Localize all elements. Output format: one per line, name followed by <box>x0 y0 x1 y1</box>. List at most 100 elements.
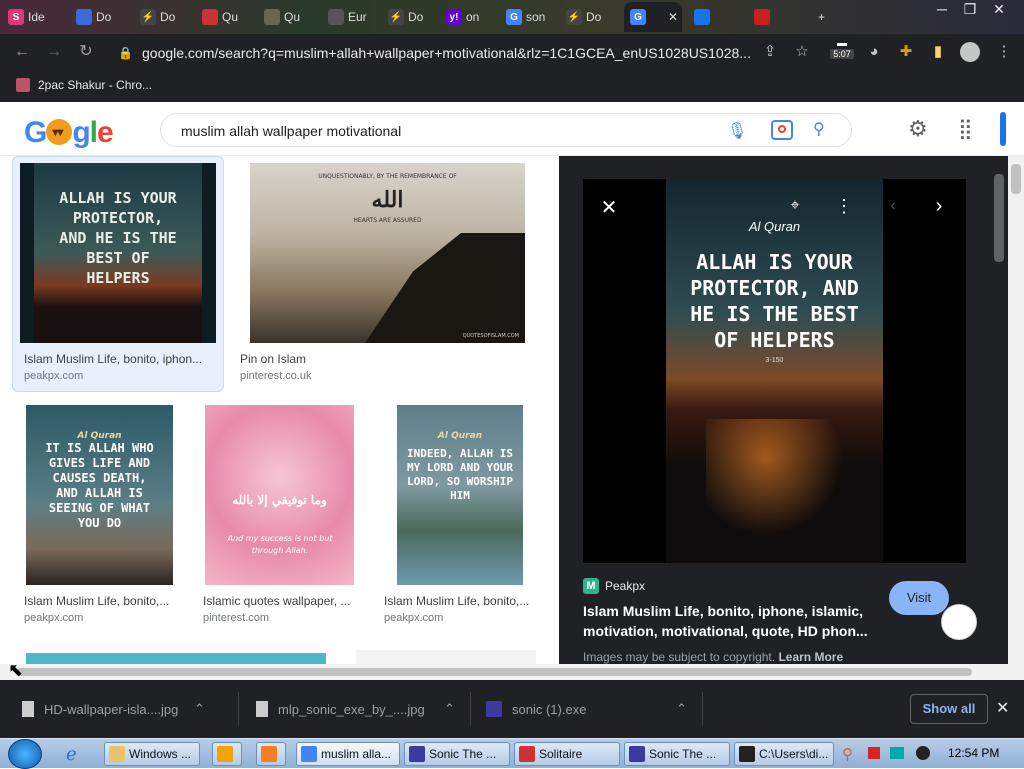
browser-tab[interactable]: Qu <box>258 2 318 32</box>
browser-tab[interactable]: Qu <box>196 2 256 32</box>
page-scrollbar-track[interactable] <box>1008 156 1024 664</box>
taskbar-item-label: C:\Users\di... <box>759 747 829 761</box>
bookmark-item[interactable]: 2pac Shakur - Chro... <box>38 78 152 92</box>
taskbar-item[interactable]: C:\Users\di... <box>734 742 834 766</box>
taskbar-item[interactable]: Sonic The ... <box>404 742 510 766</box>
flag-tray-icon[interactable] <box>868 747 880 759</box>
share-icon[interactable]: ⇪ <box>760 42 780 62</box>
result-thumbnail[interactable]: Al Quran Indeed, Allah is my Lord and yo… <box>397 405 523 585</box>
result-thumbnail[interactable]: Allah is your protector, and he is the b… <box>20 163 216 343</box>
result-thumbnail-partial[interactable] <box>26 653 326 664</box>
browser-tab[interactable]: S Ide <box>2 2 62 32</box>
preview-image[interactable]: Al Quran Allah is your protector, and he… <box>666 179 883 563</box>
taskbar-item[interactable]: muslim alla... <box>296 742 400 766</box>
result-thumbnail[interactable]: وما توفيقي إلا بالله And my success is n… <box>205 405 354 585</box>
more-options-icon[interactable]: ⋮ <box>835 194 853 218</box>
result-thumbnail[interactable]: Al Quran It is Allah who gives life and … <box>26 405 173 585</box>
browser-tab[interactable]: y! on <box>440 2 500 32</box>
start-button[interactable] <box>8 739 42 769</box>
show-all-button[interactable]: Show all <box>910 694 988 724</box>
apps-grid-icon[interactable]: ⣿ <box>958 116 973 141</box>
browser-tab[interactable]: ⚡ Do <box>382 2 442 32</box>
ie-icon[interactable]: ℯ <box>66 744 77 765</box>
chevron-up-icon[interactable]: ⌃ <box>676 701 687 717</box>
horizontal-scrollbar[interactable] <box>0 664 1024 680</box>
taskbar-item[interactable] <box>212 742 242 766</box>
profile-avatar[interactable] <box>960 42 980 62</box>
result-source[interactable]: peakpx.com <box>24 612 83 624</box>
visit-button[interactable]: Visit <box>889 581 949 615</box>
search-icon[interactable]: ⚲ <box>813 119 825 139</box>
clock[interactable]: 12:54 PM <box>948 746 999 760</box>
browser-tab[interactable] <box>748 2 808 32</box>
tab-favicon-icon: ⚡ <box>388 9 404 25</box>
preview-title[interactable]: Islam Muslim Life, bonito, iphone, islam… <box>583 601 883 641</box>
close-preview-icon[interactable]: ✕ <box>595 194 623 222</box>
browser-tab[interactable]: Gson <box>500 2 560 32</box>
result-caption[interactable]: Islam Muslim Life, bonito,... <box>24 594 176 608</box>
page-scrollbar-thumb[interactable] <box>1011 164 1021 194</box>
taskbar-item[interactable] <box>256 742 286 766</box>
maximize-button[interactable]: ❐ <box>956 0 984 20</box>
sidepanel-icon[interactable]: ▮ <box>928 42 948 62</box>
address-bar[interactable]: 🔒 google.com/search?q=muslim+allah+wallp… <box>110 39 822 67</box>
account-edge <box>1000 112 1006 146</box>
browser-tab[interactable]: G ✕ <box>624 2 682 32</box>
taskbar-item[interactable]: Solitaire <box>514 742 620 766</box>
voice-search-icon[interactable]: 🎙 <box>727 121 747 141</box>
preview-site-name[interactable]: Peakpx <box>605 579 645 593</box>
browser-tab[interactable]: ⚡ Do <box>560 2 620 32</box>
result-thumbnail-partial[interactable] <box>356 650 536 664</box>
chevron-up-icon[interactable]: ⌃ <box>444 701 455 717</box>
preview-scrollbar-track[interactable] <box>990 156 1008 664</box>
horizontal-scrollbar-thumb[interactable] <box>16 668 972 676</box>
result-source[interactable]: peakpx.com <box>24 370 83 382</box>
settings-gear-icon[interactable]: ⚙ <box>908 116 928 142</box>
close-downloads-icon[interactable]: ✕ <box>996 698 1009 718</box>
lens-icon[interactable] <box>771 120 793 140</box>
google-logo[interactable]: G ▾▾ gle <box>24 116 114 150</box>
chevron-up-icon[interactable]: ⌃ <box>194 701 205 717</box>
forward-button[interactable]: → <box>42 40 66 64</box>
result-caption[interactable]: Islamic quotes wallpaper, ... <box>203 594 357 608</box>
learn-more-link[interactable]: Learn More <box>778 650 843 664</box>
network-tray-icon[interactable] <box>890 747 904 759</box>
result-thumbnail[interactable]: Unquestionably, by the remembrance of ال… <box>250 163 525 343</box>
menu-kebab-icon[interactable]: ⋮ <box>994 42 1014 62</box>
result-caption[interactable]: Islam Muslim Life, bonito,... <box>384 594 536 608</box>
lens-extension-icon[interactable]: ◕ <box>864 42 884 62</box>
result-caption[interactable]: Pin on Islam <box>240 352 520 366</box>
browser-tab[interactable]: ⚡ Do <box>134 2 194 32</box>
taskbar-item[interactable]: Windows ... <box>104 742 200 766</box>
result-source[interactable]: pinterest.com <box>203 612 269 624</box>
download-item[interactable]: HD-wallpaper-isla....jpg ⌃ <box>22 680 232 738</box>
bookmark-star-icon[interactable]: ☆ <box>792 42 812 62</box>
search-input[interactable]: muslim allah wallpaper motivational <box>181 114 401 148</box>
tab-label: Qu <box>284 10 301 24</box>
browser-tab[interactable]: Eur <box>322 2 382 32</box>
search-tray-icon[interactable]: ⚲ <box>842 745 853 763</box>
next-image-icon[interactable]: › <box>929 194 949 218</box>
assistant-avatar[interactable] <box>941 604 977 640</box>
minimize-button[interactable]: ─ <box>928 0 956 20</box>
result-source[interactable]: peakpx.com <box>384 612 443 624</box>
download-item[interactable]: mlp_sonic_exe_by_....jpg ⌃ <box>256 680 466 738</box>
browser-tab[interactable] <box>688 2 748 32</box>
close-tab-icon[interactable]: ✕ <box>668 10 678 24</box>
preview-scrollbar-thumb[interactable] <box>994 174 1004 262</box>
back-button[interactable]: ← <box>10 40 34 64</box>
volume-tray-icon[interactable] <box>916 746 930 760</box>
download-item[interactable]: sonic (1).exe ⌃ <box>486 680 696 738</box>
clock-extension[interactable]: ▬ 5:07 <box>830 38 854 66</box>
prev-image-icon[interactable]: ‹ <box>883 194 903 218</box>
reload-button[interactable]: ↻ <box>74 40 98 64</box>
lens-search-icon[interactable]: ⌖ <box>783 194 807 218</box>
extensions-icon[interactable]: ✚ <box>896 42 916 62</box>
search-box[interactable]: muslim allah wallpaper motivational 🎙 ⚲ <box>160 113 852 147</box>
taskbar-item[interactable]: Sonic The ... <box>624 742 730 766</box>
close-window-button[interactable]: ✕ <box>988 0 1010 20</box>
result-caption[interactable]: Islam Muslim Life, bonito, iphon... <box>24 352 212 366</box>
browser-tab[interactable]: Do <box>70 2 130 32</box>
result-source[interactable]: pinterest.co.uk <box>240 370 312 382</box>
new-tab-button[interactable]: + <box>812 2 838 32</box>
